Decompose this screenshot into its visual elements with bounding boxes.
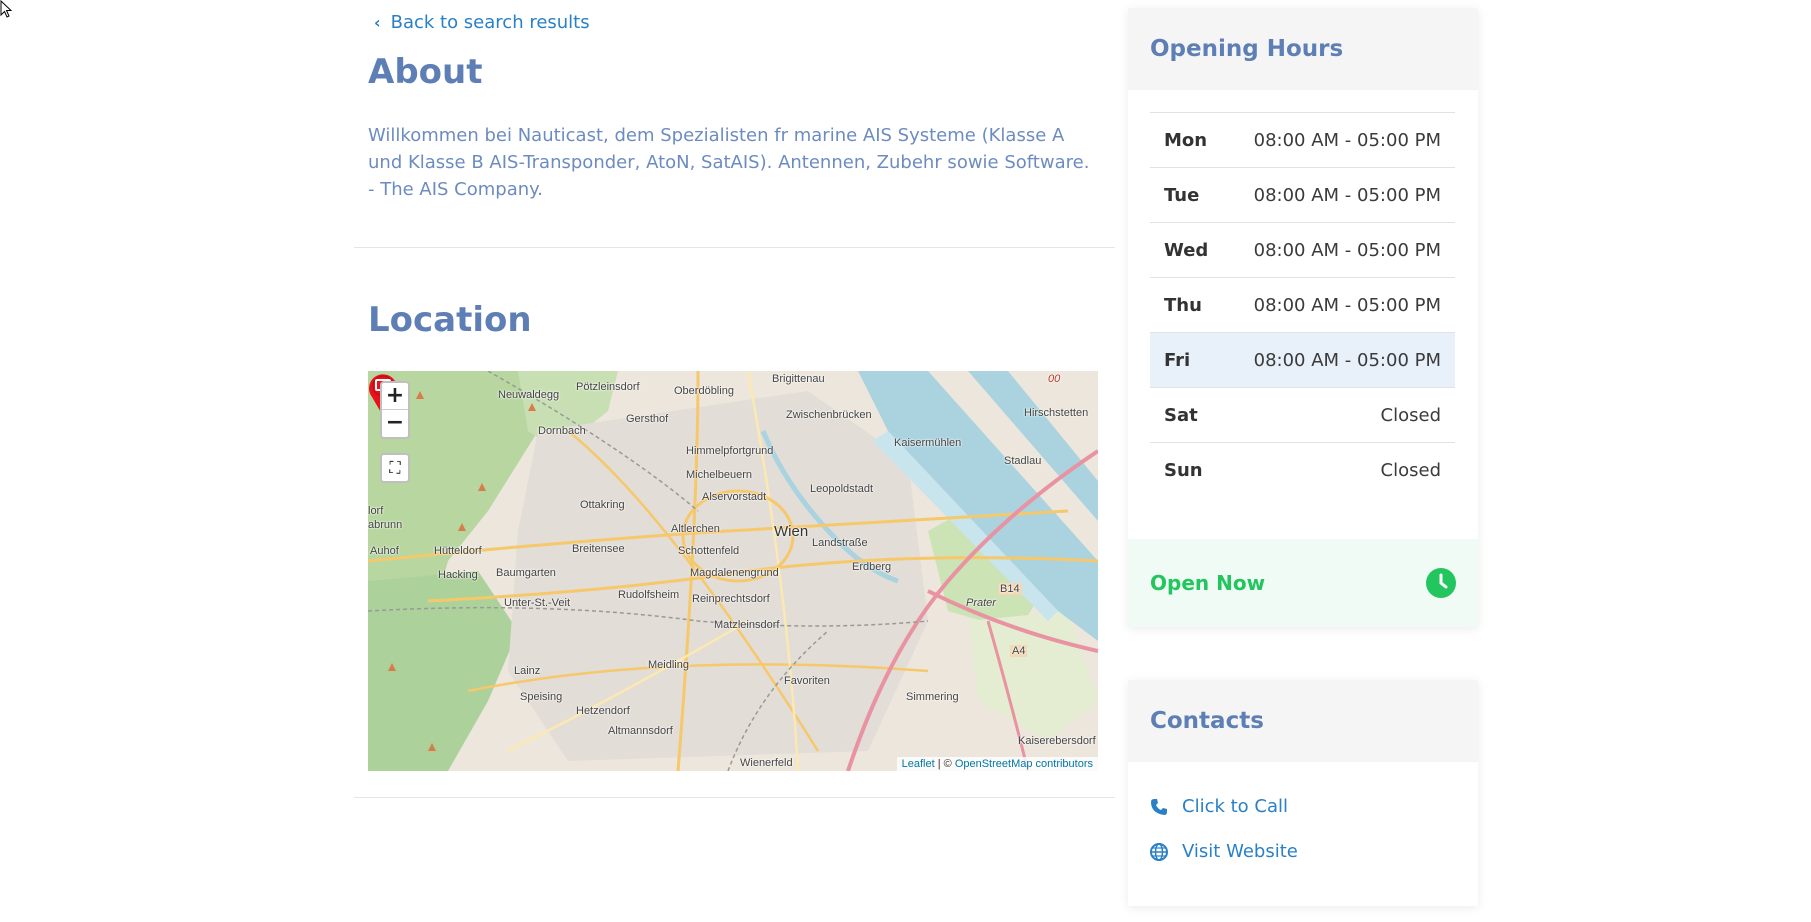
map-label: lorf [368,505,384,517]
map-label: Auhof [370,545,399,557]
map-label: Meidling [648,659,689,671]
map-label: Schottenfeld [678,545,740,557]
zoom-control: + − [380,381,410,439]
hours-value: 08:00 AM - 05:00 PM [1253,349,1441,371]
contacts-heading: Contacts [1128,680,1478,762]
day-label: Tue [1164,184,1200,206]
fullscreen-icon: ⛶ [389,458,401,477]
hours-row: Sun Closed [1150,443,1455,498]
zoom-in-button[interactable]: + [382,383,408,410]
visit-website-link[interactable]: Visit Website [1150,841,1298,862]
map-label: Wienerfeld [740,757,793,769]
day-label: Fri [1164,349,1191,371]
hours-value: 08:00 AM - 05:00 PM [1253,239,1441,261]
mouse-cursor-icon [0,0,13,18]
map-label: Altmannsdorf [608,725,673,737]
location-map[interactable]: Brigittenau Pötzleinsdorf Oberdöbling Ne… [368,371,1098,771]
map-label: Himmelpfortgrund [686,445,774,457]
chevron-left-icon: ‹ [374,13,381,32]
opening-hours-card: Opening Hours Mon 08:00 AM - 05:00 PM Tu… [1128,8,1478,627]
map-label: abrunn [368,519,403,531]
back-to-results-link[interactable]: ‹ Back to search results [374,12,590,33]
hours-row-today: Fri 08:00 AM - 05:00 PM [1150,333,1455,388]
open-status-text: Open Now [1150,571,1266,595]
hours-row: Tue 08:00 AM - 05:00 PM [1150,168,1455,223]
map-label: Kaiserebersdorf [1018,735,1096,747]
click-to-call-link[interactable]: Click to Call [1150,796,1288,817]
map-label: B14 [998,583,1022,595]
globe-icon [1150,842,1168,861]
map-label: Dornbach [538,425,586,437]
map-label: Magdalenengrund [690,567,779,579]
day-label: Sat [1164,404,1198,426]
hours-value: 08:00 AM - 05:00 PM [1253,184,1441,206]
map-label: Baumgarten [496,567,556,579]
osm-link[interactable]: OpenStreetMap contributors [955,758,1093,770]
zoom-out-button[interactable]: − [382,410,408,437]
map-label: Brigittenau [772,373,825,385]
hours-row: Sat Closed [1150,388,1455,443]
map-label: Wien [774,523,809,540]
map-label: Ottakring [580,499,625,511]
hours-row: Wed 08:00 AM - 05:00 PM [1150,223,1455,278]
day-label: Thu [1164,294,1202,316]
about-text: Willkommen bei Nauticast, dem Spezialist… [368,125,1090,200]
click-to-call-label: Click to Call [1182,796,1289,817]
map-label: Speising [520,691,563,703]
map-label: Prater [966,597,996,609]
contacts-card: Contacts [1128,680,1478,906]
map-label: Erdberg [852,561,892,573]
map-label: Favoriten [784,675,830,687]
map-label: Rudolfsheim [618,589,680,601]
hours-value: Closed [1380,404,1441,426]
map-label: Landstraße [812,537,868,549]
hours-value: 08:00 AM - 05:00 PM [1253,129,1441,151]
phone-icon [1151,798,1167,815]
about-heading: About [368,52,483,92]
map-label: Kaisermühlen [894,437,962,449]
map-label: Alservorstadt [702,491,767,503]
hours-table: Mon 08:00 AM - 05:00 PM Tue 08:00 AM - 0… [1150,112,1455,498]
back-link-label: Back to search results [390,12,590,33]
map-label: 00 [1048,373,1061,385]
map-label: Matzleinsdorf [714,619,780,631]
map-label: Michelbeuern [686,469,753,481]
map-label: Hütteldorf [434,545,482,557]
clock-icon [1426,568,1456,598]
attribution-separator: | © [934,758,955,770]
hours-value: Closed [1380,460,1441,481]
fullscreen-button[interactable]: ⛶ [380,453,410,483]
map-label: Hacking [438,569,478,581]
map-label: Lainz [514,665,541,677]
map-label: Breitensee [572,543,625,555]
location-heading: Location [368,300,532,340]
open-status-bar: Open Now [1128,539,1478,627]
map-attribution: Leaflet | © OpenStreetMap contributors [896,757,1098,771]
map-label: Pötzleinsdorf [576,381,640,393]
map-label: Oberdöbling [674,385,734,397]
visit-website-label: Visit Website [1182,841,1298,862]
map-label: Zwischenbrücken [786,409,872,421]
map-label: Gersthof [626,413,669,425]
map-label: Altlerchen [671,523,720,535]
map-label: Leopoldstadt [810,483,873,495]
map-label: Unter-St.-Veit [504,597,571,609]
hours-value: 08:00 AM - 05:00 PM [1253,294,1441,316]
map-label: Simmering [906,691,959,703]
opening-hours-heading: Opening Hours [1128,8,1478,90]
day-label: Sun [1164,460,1203,481]
divider [354,797,1115,798]
hours-row: Thu 08:00 AM - 05:00 PM [1150,278,1455,333]
map-label: Neuwaldegg [498,389,560,401]
divider [354,247,1115,248]
map-label: Stadlau [1004,455,1042,467]
map-label: Reinprechtsdorf [692,593,770,605]
hours-row: Mon 08:00 AM - 05:00 PM [1150,113,1455,168]
map-label: Hirschstetten [1024,407,1089,419]
day-label: Mon [1164,129,1208,151]
map-label: Hetzendorf [576,705,630,717]
map-label: A4 [1010,645,1028,657]
day-label: Wed [1164,239,1209,261]
leaflet-link[interactable]: Leaflet [902,758,935,770]
